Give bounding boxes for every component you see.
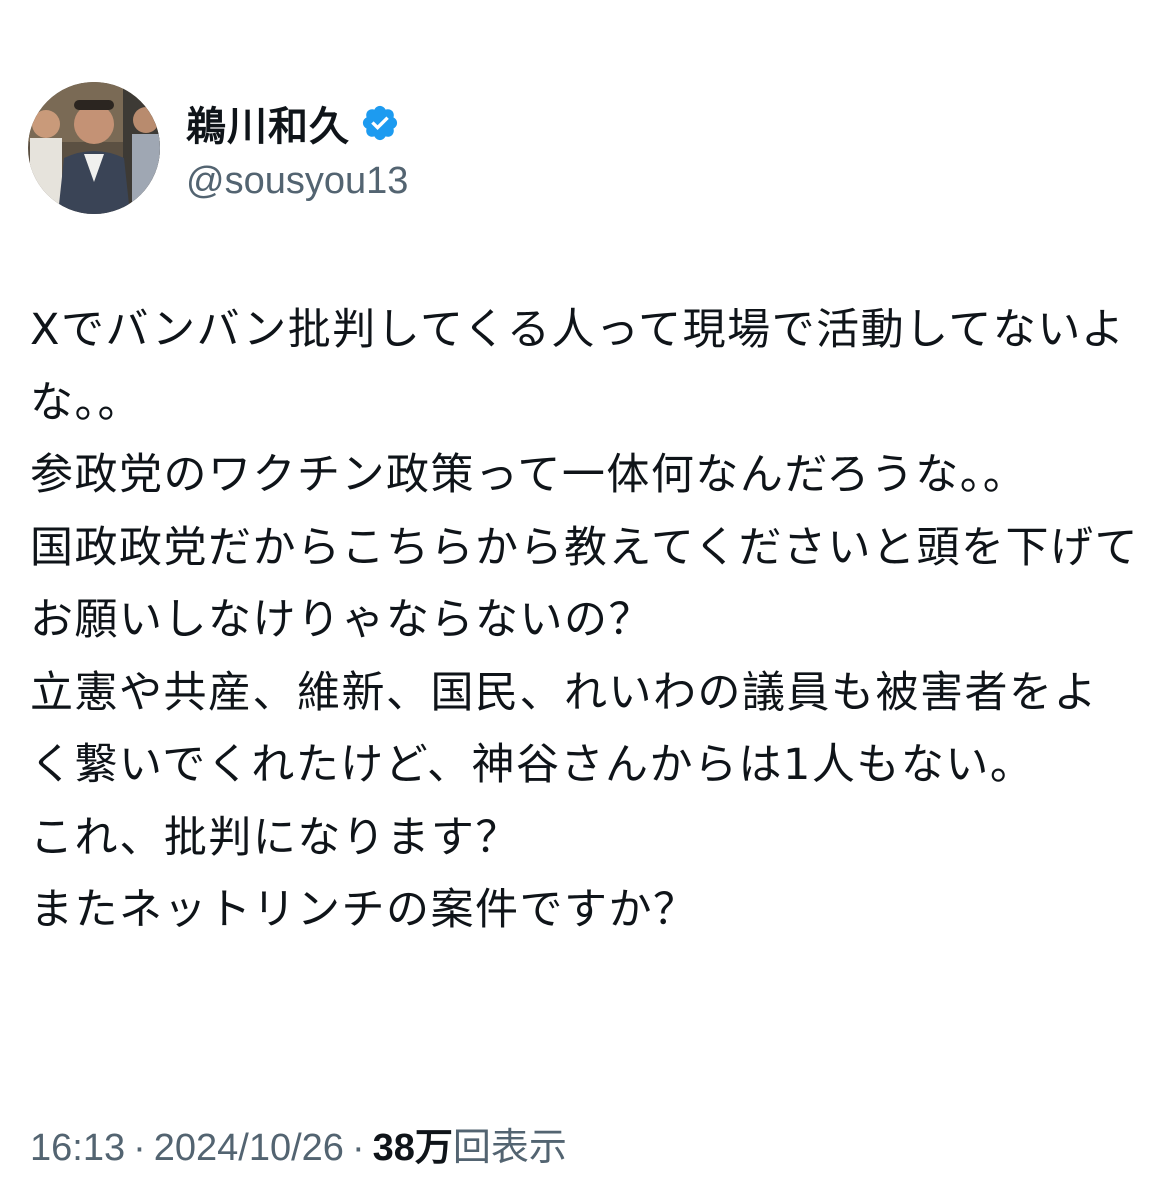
avatar-photo: [28, 82, 160, 214]
user-meta: 鵜川和久 @sousyou13: [186, 94, 408, 203]
verified-badge-icon[interactable]: [360, 103, 400, 143]
avatar[interactable]: [28, 82, 160, 214]
tweet-time[interactable]: 16:13: [30, 1127, 125, 1169]
tweet-meta: 16:13 · 2024/10/26 · 38万回表示: [30, 1116, 567, 1171]
views-label: 回表示: [452, 1127, 567, 1169]
meta-separator: ·: [351, 1127, 365, 1169]
name-row: 鵜川和久: [186, 94, 408, 152]
tweet-header: 鵜川和久 @sousyou13: [28, 82, 408, 214]
tweet-text: Xでバンバン批判してくる人って現場で活動してないよな。。 参政党のワクチン政策っ…: [30, 305, 1140, 935]
user-handle[interactable]: @sousyou13: [186, 160, 408, 203]
views-count[interactable]: 38万: [373, 1127, 453, 1169]
display-name[interactable]: 鵜川和久: [186, 94, 350, 152]
tweet-date[interactable]: 2024/10/26: [154, 1127, 344, 1169]
meta-separator: ·: [133, 1127, 146, 1169]
